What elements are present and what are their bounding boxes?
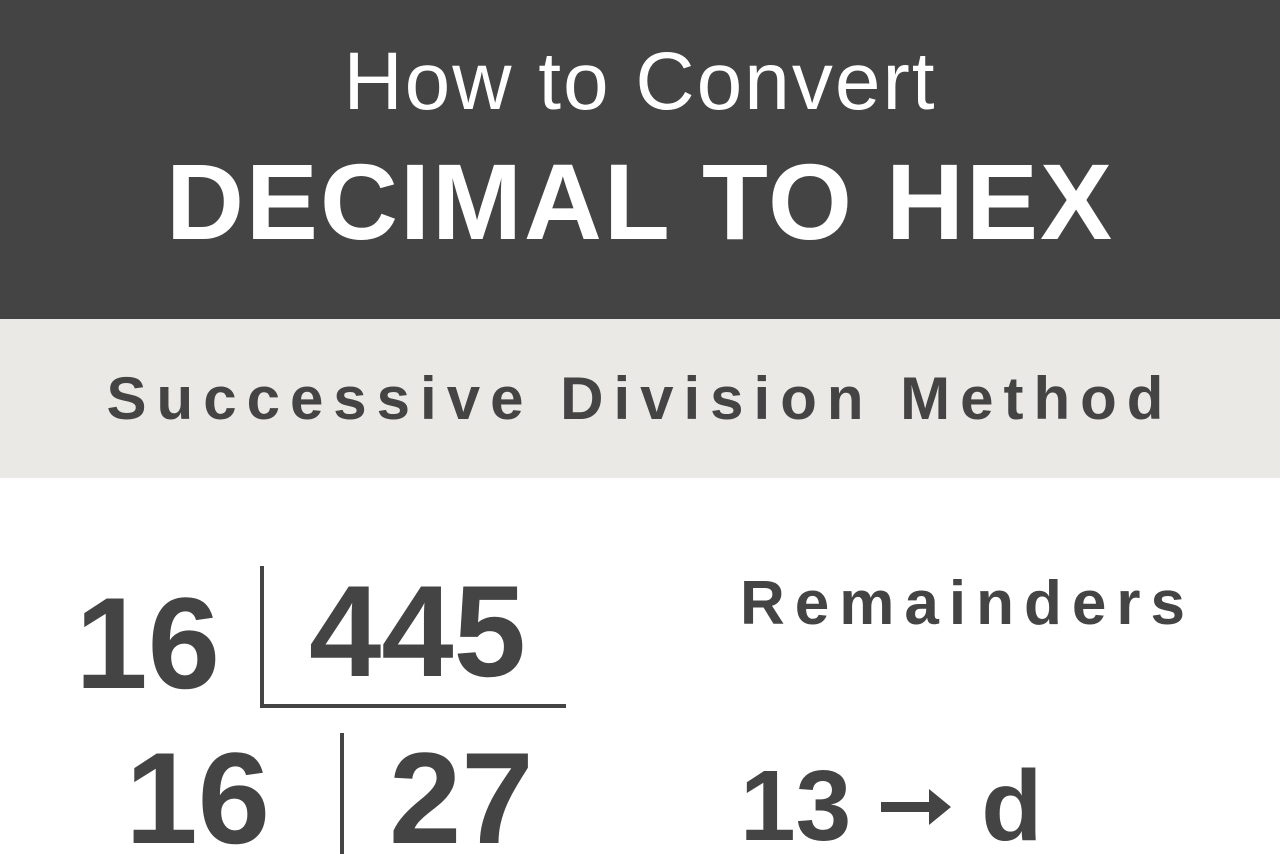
division-row-2: 16 27 bbox=[40, 733, 680, 853]
title-line-1: How to Convert bbox=[20, 35, 1260, 129]
remainders-title: Remainders bbox=[740, 568, 1240, 639]
content-area: 16 445 16 27 Remainders 13 d bbox=[0, 478, 1280, 854]
division-bracket-1: 445 bbox=[260, 566, 566, 708]
subheader-text: Successive Division Method bbox=[20, 364, 1260, 433]
header: How to Convert DECIMAL TO HEX bbox=[0, 0, 1280, 319]
division-row-1: 16 445 bbox=[40, 538, 680, 708]
divisor-2: 16 bbox=[90, 733, 310, 854]
subheader: Successive Division Method bbox=[0, 319, 1280, 478]
remainder-hex-1: d bbox=[981, 749, 1042, 854]
divisor-1: 16 bbox=[40, 578, 260, 708]
remainder-row-1: 13 d bbox=[740, 749, 1240, 854]
title-line-2: DECIMAL TO HEX bbox=[20, 139, 1260, 264]
arrow-icon bbox=[881, 787, 951, 827]
dividend-1: 445 bbox=[309, 566, 526, 696]
remainders-column: Remainders 13 d bbox=[680, 538, 1240, 854]
division-column: 16 445 16 27 bbox=[40, 538, 680, 854]
division-bracket-2: 27 bbox=[340, 733, 574, 854]
remainder-value-1: 13 bbox=[740, 749, 851, 854]
dividend-2: 27 bbox=[389, 733, 534, 854]
